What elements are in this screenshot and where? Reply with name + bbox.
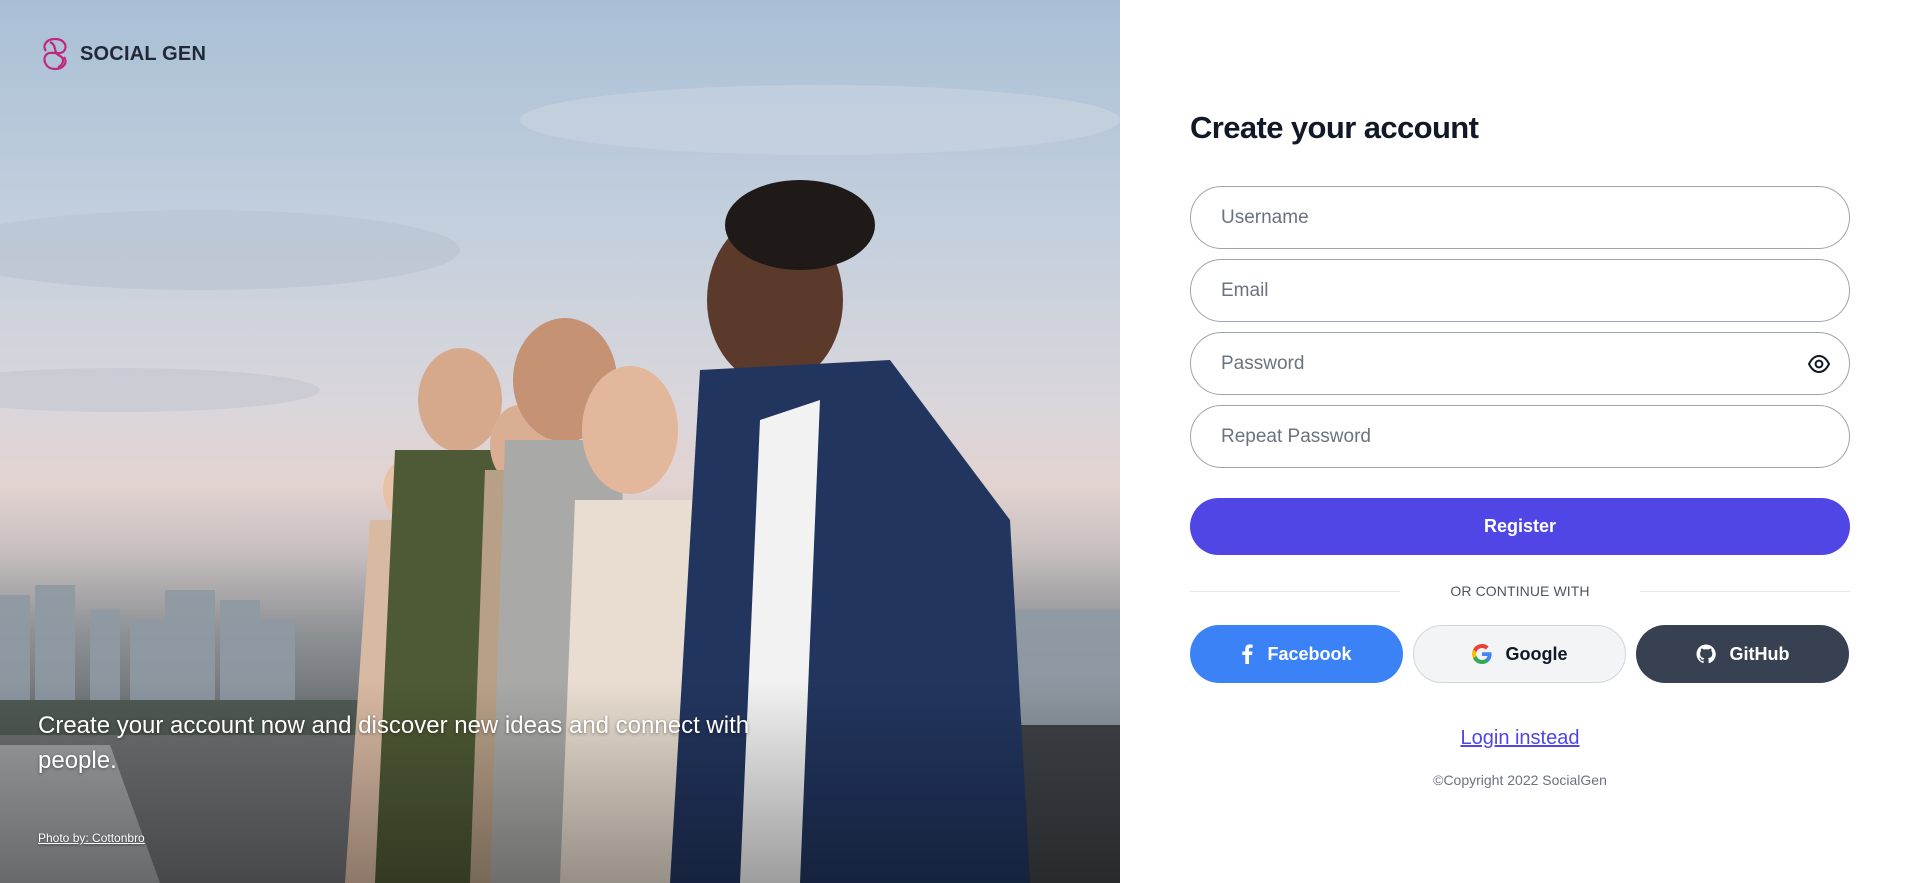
socialgen-logo-icon	[43, 37, 67, 71]
password-field-wrapper	[1190, 332, 1850, 395]
github-icon	[1696, 644, 1716, 664]
social-buttons: Facebook Google GitHub	[1190, 625, 1850, 683]
google-label: Google	[1505, 643, 1568, 664]
brand-logo[interactable]: SOCIAL GEN	[38, 36, 206, 72]
page-title: Create your account	[1190, 110, 1479, 145]
facebook-button[interactable]: Facebook	[1190, 625, 1403, 683]
divider-line-left	[1190, 590, 1401, 592]
copyright-text: ©Copyright 2022 SocialGen	[1433, 772, 1607, 788]
facebook-icon	[1242, 644, 1254, 664]
password-input[interactable]	[1221, 352, 1819, 375]
github-button[interactable]: GitHub	[1636, 625, 1849, 683]
google-button[interactable]: Google	[1413, 625, 1626, 683]
photo-credit-link[interactable]: Photo by: Cottonbro	[38, 831, 145, 845]
email-input[interactable]	[1221, 279, 1819, 302]
divider-text: OR CONTINUE WITH	[1450, 583, 1590, 599]
divider-line-right	[1639, 590, 1851, 592]
register-button[interactable]: Register	[1190, 498, 1850, 555]
register-panel: Create your account Register OR CONTINUE…	[1120, 0, 1919, 883]
hero-panel: SOCIAL GEN Create your account now and d…	[0, 0, 1120, 883]
brand-name: SOCIAL GEN	[80, 42, 207, 65]
username-field-wrapper	[1190, 186, 1850, 249]
username-input[interactable]	[1221, 206, 1819, 229]
email-field-wrapper	[1190, 259, 1850, 322]
repeat-password-input[interactable]	[1221, 425, 1819, 448]
github-label: GitHub	[1729, 643, 1790, 664]
repeat-password-field-wrapper	[1190, 405, 1850, 468]
google-icon	[1471, 644, 1492, 664]
eye-icon[interactable]	[1807, 353, 1831, 375]
login-instead-link[interactable]: Login instead	[1190, 727, 1850, 750]
facebook-label: Facebook	[1267, 643, 1352, 664]
register-form: Create your account Register OR CONTINUE…	[1190, 110, 1851, 788]
hero-caption: Create your account now and discover new…	[38, 712, 750, 774]
continue-divider: OR CONTINUE WITH	[1190, 583, 1851, 599]
